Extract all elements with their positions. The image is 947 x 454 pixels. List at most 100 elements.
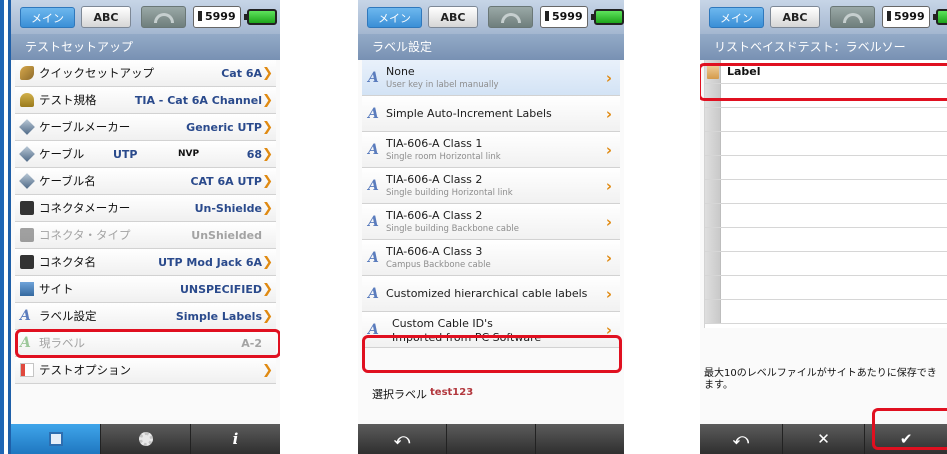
chevron-right-icon: ❯ — [262, 255, 273, 270]
bottom-toolbar: ⤺ — [358, 424, 624, 454]
empty-file-row[interactable] — [705, 108, 947, 132]
back-button[interactable]: ⤺ — [358, 424, 447, 454]
option-title: Simple Auto-Increment Labels — [386, 107, 552, 120]
label-option-simple-auto-increment[interactable]: A Simple Auto-Increment Labels › — [362, 96, 620, 132]
empty-file-row[interactable] — [705, 276, 947, 300]
setup-row-cable-maker[interactable]: ケーブルメーカー Generic UTP ❯ — [15, 114, 276, 141]
list-based-test-screen: メイン ABC 5999 リストベイスドテスト：ラベルソー Label 最大10… — [700, 0, 947, 454]
chevron-right-icon: ❯ — [262, 282, 273, 297]
label-option-customized-hierarchical[interactable]: A Customized hierarchical cable labels › — [362, 276, 620, 312]
battery-icon — [591, 9, 624, 25]
bottom-toolbar: i — [11, 424, 280, 454]
row-gutter — [705, 276, 721, 299]
empty-file-row[interactable] — [705, 252, 947, 276]
status-bar: メイン ABC 5999 — [700, 0, 947, 34]
option-title: None — [386, 65, 415, 78]
setup-row-site[interactable]: サイト UNSPECIFIED ❯ — [15, 276, 276, 303]
row-label: テスト規格 — [39, 93, 97, 107]
row-value: TIA - Cat 6A Channel — [134, 94, 262, 107]
row-gutter — [705, 180, 721, 203]
chevron-right-icon: ❯ — [262, 309, 273, 324]
setup-row-connector-type: コネクタ・タイプ UnShielded — [15, 222, 276, 249]
abc-input-mode-button[interactable]: ABC — [81, 6, 131, 28]
setup-row-cable-name[interactable]: ケーブル名 CAT 6A UTP ❯ — [15, 168, 276, 195]
setup-row-test-options[interactable]: テストオプション ❯ — [15, 357, 276, 384]
screenshot-canvas: メイン ABC 5999 テストセットアップ クイックセットアップ Cat 6A… — [0, 0, 947, 454]
memory-count-value: 5999 — [552, 10, 583, 23]
row-value: Un-Shielde — [194, 202, 262, 215]
memory-count-value: 5999 — [205, 10, 236, 23]
row-label: ケーブルメーカー — [39, 120, 131, 134]
empty-file-row[interactable] — [705, 132, 947, 156]
row-label: ケーブル — [39, 147, 85, 161]
back-button[interactable]: ⤺ — [700, 424, 783, 454]
max-files-note: 最大10のレベルファイルがサイトあたりに保存できます。 — [704, 368, 937, 391]
empty-file-row[interactable] — [705, 204, 947, 228]
option-title: TIA-606-A Class 2 — [386, 209, 483, 222]
chevron-right-icon: ❯ — [262, 93, 273, 108]
selected-label-key: 選択ラベル — [372, 388, 427, 401]
empty-file-row[interactable] — [705, 300, 947, 324]
empty-file-row[interactable] — [705, 156, 947, 180]
row-gutter — [705, 252, 721, 275]
setup-row-cable[interactable]: ケーブル UTP NVP 68 ❯ — [15, 141, 276, 168]
connector-icon — [20, 228, 34, 242]
option-subtitle: Campus Backbone cable — [386, 260, 491, 270]
label-option-tia-class2-backbone[interactable]: A TIA-606-A Class 2 Single building Back… — [362, 204, 620, 240]
main-mode-button[interactable]: メイン — [20, 7, 75, 28]
row-gutter — [705, 108, 721, 131]
screen-title: リストベイスドテスト：ラベルソー — [700, 34, 947, 60]
flag-icon — [20, 363, 34, 377]
highlight-label-settings — [15, 329, 280, 358]
row-value: UNSPECIFIED — [179, 283, 262, 296]
option-title: TIA-606-A Class 1 — [386, 137, 483, 150]
option-title: Customized hierarchical cable labels — [386, 287, 588, 300]
key-icon — [20, 93, 34, 107]
row-value: Cat 6A — [221, 67, 262, 80]
chevron-right-icon: ❯ — [262, 147, 273, 162]
empty-file-row[interactable] — [705, 180, 947, 204]
label-option-tia-class2-horizontal[interactable]: A TIA-606-A Class 2 Single building Hori… — [362, 168, 620, 204]
cancel-button[interactable]: ✕ — [783, 424, 866, 454]
setup-row-test-standard[interactable]: テスト規格 TIA - Cat 6A Channel ❯ — [15, 87, 276, 114]
abc-input-mode-button[interactable]: ABC — [770, 6, 820, 28]
gear-icon — [138, 432, 153, 446]
row-value: 68 — [246, 148, 262, 161]
connector-icon — [20, 201, 34, 215]
row-value: Simple Labels — [175, 310, 262, 323]
option-title: Custom Cable ID's — [392, 317, 493, 330]
abc-input-mode-button[interactable]: ABC — [428, 6, 478, 28]
option-title: TIA-606-A Class 3 — [386, 245, 483, 258]
label-option-none[interactable]: A None User key in label manually › — [362, 60, 620, 96]
grid-tab-button[interactable] — [11, 424, 101, 454]
setup-row-connector-name[interactable]: コネクタ名 UTP Mod Jack 6A ❯ — [15, 249, 276, 276]
info-tab-button[interactable]: i — [191, 424, 280, 454]
option-subtitle: Single building Backbone cable — [386, 224, 519, 234]
row-value: CAT 6A UTP — [190, 175, 262, 188]
row-label: クイックセットアップ — [39, 66, 154, 80]
status-bar: メイン ABC 5999 — [11, 0, 280, 34]
settings-tab-button[interactable] — [101, 424, 191, 454]
memory-counter: 5999 — [882, 6, 930, 28]
row-gutter — [705, 228, 721, 251]
memory-count-value: 5999 — [894, 10, 925, 23]
empty-file-row[interactable] — [705, 228, 947, 252]
connector-icon — [20, 255, 34, 269]
main-mode-button[interactable]: メイン — [367, 7, 422, 28]
chevron-right-icon: › — [605, 213, 612, 231]
selected-label-row: 選択ラベル test123 — [362, 378, 620, 408]
row-value: UnShielded — [191, 229, 262, 242]
setup-row-label-settings[interactable]: A ラベル設定 Simple Labels ❯ — [15, 303, 276, 330]
label-settings-screen: メイン ABC 5999 ラベル設定 A None User key in la… — [358, 0, 624, 454]
status-bar: メイン ABC 5999 — [358, 0, 624, 34]
label-option-tia-class3[interactable]: A TIA-606-A Class 3 Campus Backbone cabl… — [362, 240, 620, 276]
setup-row-connector-maker[interactable]: コネクタメーカー Un-Shielde ❯ — [15, 195, 276, 222]
row-label: コネクタメーカー — [39, 201, 131, 215]
row-value: Generic UTP — [186, 121, 262, 134]
main-mode-button[interactable]: メイン — [709, 7, 764, 28]
label-option-tia-class1[interactable]: A TIA-606-A Class 1 Single room Horizont… — [362, 132, 620, 168]
setup-row-quick-setup[interactable]: クイックセットアップ Cat 6A ❯ — [15, 60, 276, 87]
empty-toolbar-slot — [536, 424, 624, 454]
cable-icon — [19, 119, 35, 135]
cable-icon — [19, 173, 35, 189]
